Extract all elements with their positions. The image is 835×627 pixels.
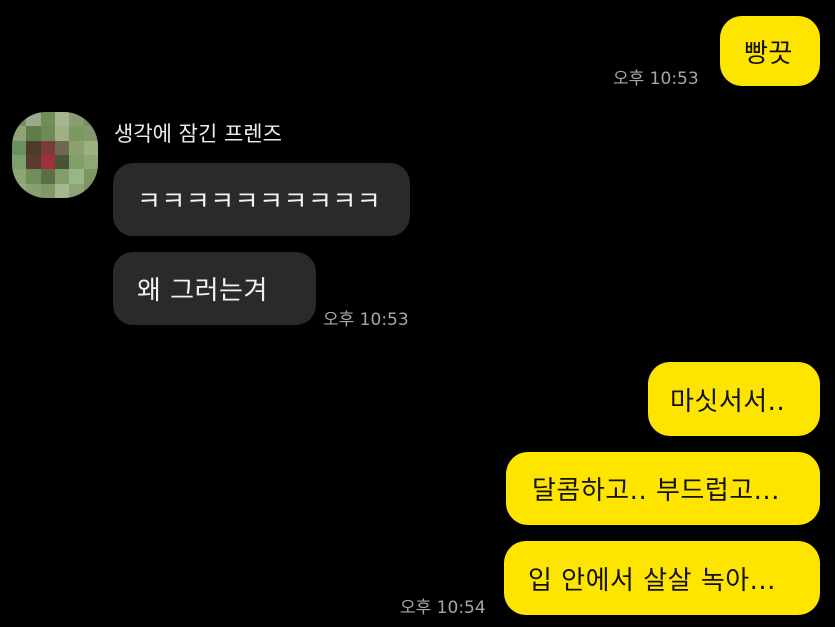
chat-view: 오후 10:53 빵끗 생각에 잠긴 프렌즈 ㅋㅋㅋㅋㅋㅋㅋㅋㅋㅋ 왜 그러는겨… [0, 0, 835, 627]
my-message-bubble[interactable]: 마싯서서.. [648, 362, 820, 436]
pixelated-avatar-icon[interactable] [12, 112, 98, 198]
sender-name: 생각에 잠긴 프렌즈 [114, 122, 282, 146]
message-time: 오후 10:53 [613, 69, 699, 89]
my-message-bubble[interactable]: 빵끗 [720, 16, 820, 86]
their-message-bubble[interactable]: 왜 그러는겨 [113, 252, 316, 325]
my-message-bubble[interactable]: 달콤하고.. 부드럽고... [506, 452, 820, 525]
message-time: 오후 10:54 [400, 598, 486, 618]
my-message-bubble[interactable]: 입 안에서 살살 녹아... [504, 541, 820, 615]
message-time: 오후 10:53 [323, 310, 409, 330]
their-message-bubble[interactable]: ㅋㅋㅋㅋㅋㅋㅋㅋㅋㅋ [113, 163, 410, 236]
